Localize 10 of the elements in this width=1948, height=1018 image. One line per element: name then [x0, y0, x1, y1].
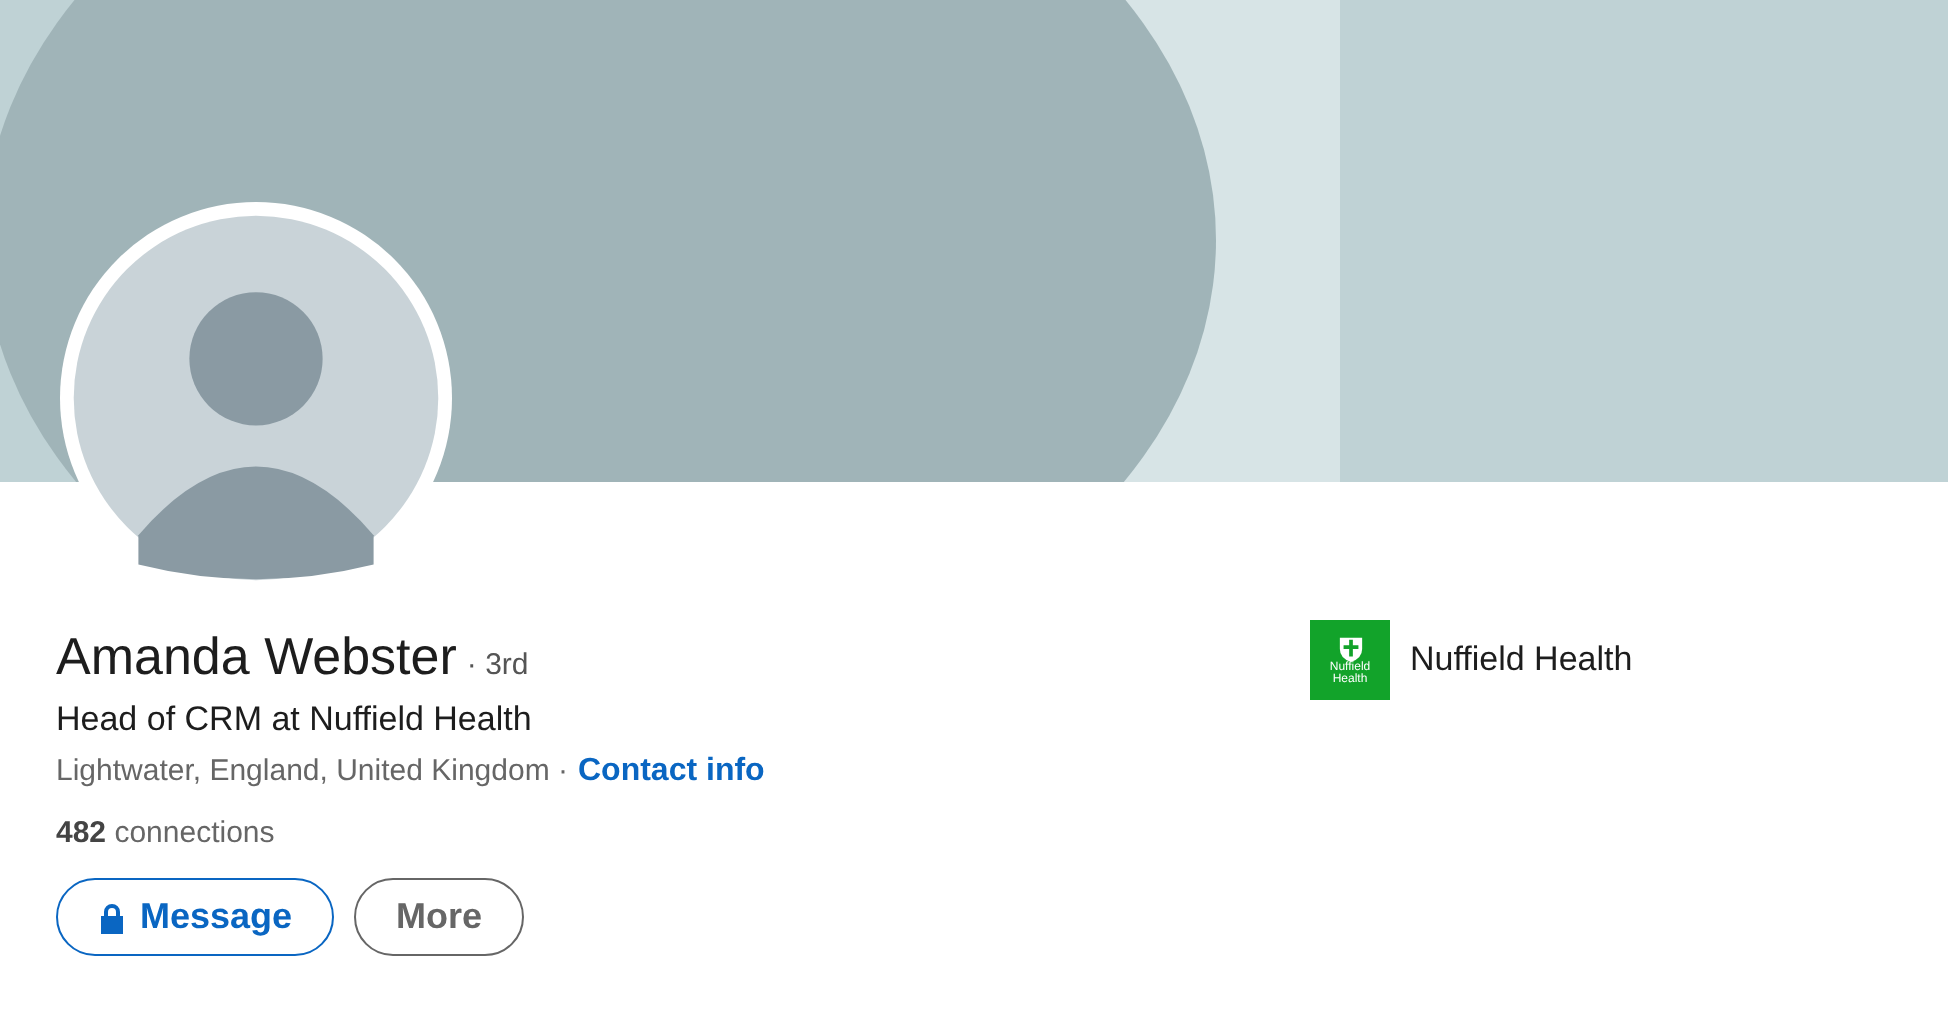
message-button[interactable]: Message: [56, 878, 335, 956]
shield-icon: [1337, 635, 1363, 661]
headline: Head of CRM at Nuffield Health: [56, 700, 534, 740]
location: Lightwater, England, United Kingdom ·: [56, 754, 568, 788]
contact-info-link[interactable]: Contact info: [578, 754, 765, 790]
lock-icon: [98, 901, 126, 933]
profile-name: Amanda Webster: [56, 626, 457, 688]
connections-count: 482 connections: [56, 816, 277, 850]
connection-degree: · 3rd: [466, 648, 529, 682]
more-button[interactable]: More: [354, 878, 525, 956]
